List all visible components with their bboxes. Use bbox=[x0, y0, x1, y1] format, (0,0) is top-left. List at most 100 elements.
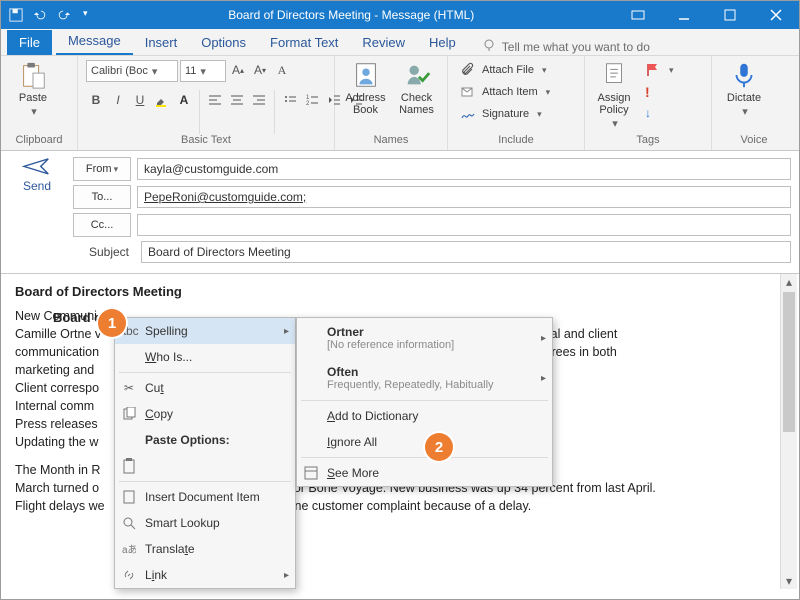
minimize-icon[interactable] bbox=[661, 1, 707, 29]
context-menu: abcSpelling▸ Who Is... ✂Cut Copy Paste O… bbox=[114, 317, 296, 589]
title-bar: ▾ Board of Directors Meeting - Message (… bbox=[1, 1, 799, 29]
scroll-down-icon[interactable]: ▾ bbox=[781, 573, 797, 589]
from-field[interactable]: kayla@customguide.com bbox=[137, 158, 791, 180]
maximize-icon[interactable] bbox=[707, 1, 753, 29]
bulb-icon bbox=[482, 38, 496, 55]
check-names-icon bbox=[402, 60, 432, 90]
group-basic-text: Basic Text bbox=[86, 134, 326, 148]
signature-icon bbox=[460, 106, 476, 122]
message-header: Send From▾ kayla@customguide.com To... P… bbox=[1, 151, 799, 273]
underline-icon[interactable]: U bbox=[130, 90, 150, 110]
copy-icon bbox=[121, 406, 137, 422]
menu-add-to-dictionary[interactable]: Add to Dictionary bbox=[297, 403, 552, 429]
bullets-icon[interactable] bbox=[280, 90, 300, 110]
menu-insert-doc-item[interactable]: Insert Document Item bbox=[115, 484, 295, 510]
microphone-icon bbox=[729, 60, 759, 90]
to-button[interactable]: To... bbox=[73, 185, 131, 209]
bold-icon[interactable]: B bbox=[86, 90, 106, 110]
tell-me[interactable]: Tell me what you want to do bbox=[482, 38, 650, 55]
font-size-combo[interactable]: 11▾ bbox=[180, 60, 226, 82]
paste-button[interactable]: Paste▾ bbox=[9, 60, 57, 118]
menu-see-more[interactable]: See More bbox=[297, 460, 552, 486]
italic-icon[interactable]: I bbox=[108, 90, 128, 110]
menu-paste-option[interactable] bbox=[115, 453, 295, 479]
menu-cut[interactable]: ✂Cut bbox=[115, 375, 295, 401]
flag-icon bbox=[645, 62, 661, 78]
tab-message[interactable]: Message bbox=[56, 28, 133, 55]
send-button[interactable]: Send bbox=[9, 157, 65, 267]
font-family-combo[interactable]: Calibri (Boc▾ bbox=[86, 60, 178, 82]
follow-up-button[interactable]: ▾ bbox=[641, 60, 678, 80]
separator bbox=[119, 481, 291, 482]
scroll-up-icon[interactable]: ▴ bbox=[781, 274, 797, 290]
group-names: Names bbox=[343, 134, 439, 148]
menu-spelling[interactable]: abcSpelling▸ bbox=[115, 318, 295, 344]
tab-file[interactable]: File bbox=[7, 30, 52, 55]
subject-field[interactable]: Board of Directors Meeting bbox=[141, 241, 791, 263]
menu-translate[interactable]: aあTranslate bbox=[115, 536, 295, 562]
scroll-thumb[interactable] bbox=[783, 292, 795, 432]
callout-badge-1: 1 bbox=[98, 309, 126, 337]
menu-paste-options-label: Paste Options: bbox=[115, 427, 295, 453]
to-field[interactable]: PepeRoni@customguide.com; bbox=[137, 186, 791, 208]
address-book-button[interactable]: Address Book bbox=[343, 60, 388, 116]
paste-icon bbox=[18, 60, 48, 90]
clear-format-icon[interactable]: A bbox=[272, 60, 292, 80]
save-icon[interactable] bbox=[9, 8, 23, 22]
attach-item-button[interactable]: Attach Item▾ bbox=[456, 82, 554, 102]
suggestion-often[interactable]: Often Frequently, Repeatedly, Habitually… bbox=[297, 358, 552, 398]
menu-copy[interactable]: Copy bbox=[115, 401, 295, 427]
grow-font-icon[interactable]: A▴ bbox=[228, 60, 248, 80]
svg-text:2: 2 bbox=[306, 101, 310, 107]
tab-review[interactable]: Review bbox=[350, 30, 417, 55]
menu-smart-lookup[interactable]: Smart Lookup bbox=[115, 510, 295, 536]
separator bbox=[119, 372, 291, 373]
dictate-button[interactable]: Dictate▾ bbox=[720, 60, 768, 118]
close-icon[interactable] bbox=[753, 1, 799, 29]
from-button[interactable]: From▾ bbox=[73, 157, 131, 181]
align-center-icon[interactable] bbox=[227, 90, 247, 110]
highlight-icon[interactable] bbox=[152, 90, 172, 110]
suggestion-ortner[interactable]: Ortner [No reference information] ▸ bbox=[297, 318, 552, 358]
svg-text:aあ: aあ bbox=[122, 544, 136, 556]
assign-policy-button[interactable]: Assign Policy▾ bbox=[593, 60, 635, 130]
send-icon bbox=[22, 157, 52, 177]
cc-field[interactable] bbox=[137, 214, 791, 236]
scrollbar[interactable]: ▴ ▾ bbox=[780, 274, 797, 589]
group-clipboard: Clipboard bbox=[9, 134, 69, 148]
importance-low-icon: ↓ bbox=[645, 106, 661, 122]
align-right-icon[interactable] bbox=[249, 90, 269, 110]
high-importance-button[interactable]: ! bbox=[641, 82, 678, 102]
address-book-icon bbox=[351, 60, 381, 90]
tab-options[interactable]: Options bbox=[189, 30, 258, 55]
shrink-font-icon[interactable]: A▾ bbox=[250, 60, 270, 80]
paperclip-icon bbox=[460, 62, 476, 78]
attach-item-icon bbox=[460, 84, 476, 100]
importance-high-icon: ! bbox=[645, 84, 661, 100]
check-names-button[interactable]: Check Names bbox=[394, 60, 439, 116]
tab-insert[interactable]: Insert bbox=[133, 30, 190, 55]
spelling-submenu: Ortner [No reference information] ▸ Ofte… bbox=[296, 317, 553, 487]
ribbon-display-icon[interactable] bbox=[615, 1, 661, 29]
align-left-icon[interactable] bbox=[205, 90, 225, 110]
numbering-icon[interactable]: 12 bbox=[302, 90, 322, 110]
low-importance-button[interactable]: ↓ bbox=[641, 104, 678, 124]
tab-help[interactable]: Help bbox=[417, 30, 468, 55]
tab-format-text[interactable]: Format Text bbox=[258, 30, 350, 55]
redo-icon[interactable] bbox=[57, 8, 71, 22]
cc-button[interactable]: Cc... bbox=[73, 213, 131, 237]
font-color-icon[interactable]: A bbox=[174, 90, 194, 110]
menu-who-is[interactable]: Who Is... bbox=[115, 344, 295, 370]
menu-ignore-all[interactable]: Ignore All bbox=[297, 429, 552, 455]
window-title: Board of Directors Meeting - Message (HT… bbox=[88, 8, 615, 22]
insert-doc-icon bbox=[121, 489, 137, 505]
separator bbox=[301, 457, 548, 458]
group-voice: Voice bbox=[720, 134, 788, 148]
assign-policy-icon bbox=[599, 60, 629, 90]
menu-link[interactable]: Link▸ bbox=[115, 562, 295, 588]
attach-file-button[interactable]: Attach File▾ bbox=[456, 60, 554, 80]
undo-icon[interactable] bbox=[33, 8, 47, 22]
body-heading: Board of Directors Meeting bbox=[15, 284, 785, 299]
callout-badge-2: 2 bbox=[425, 433, 453, 461]
signature-button[interactable]: Signature▾ bbox=[456, 104, 554, 124]
